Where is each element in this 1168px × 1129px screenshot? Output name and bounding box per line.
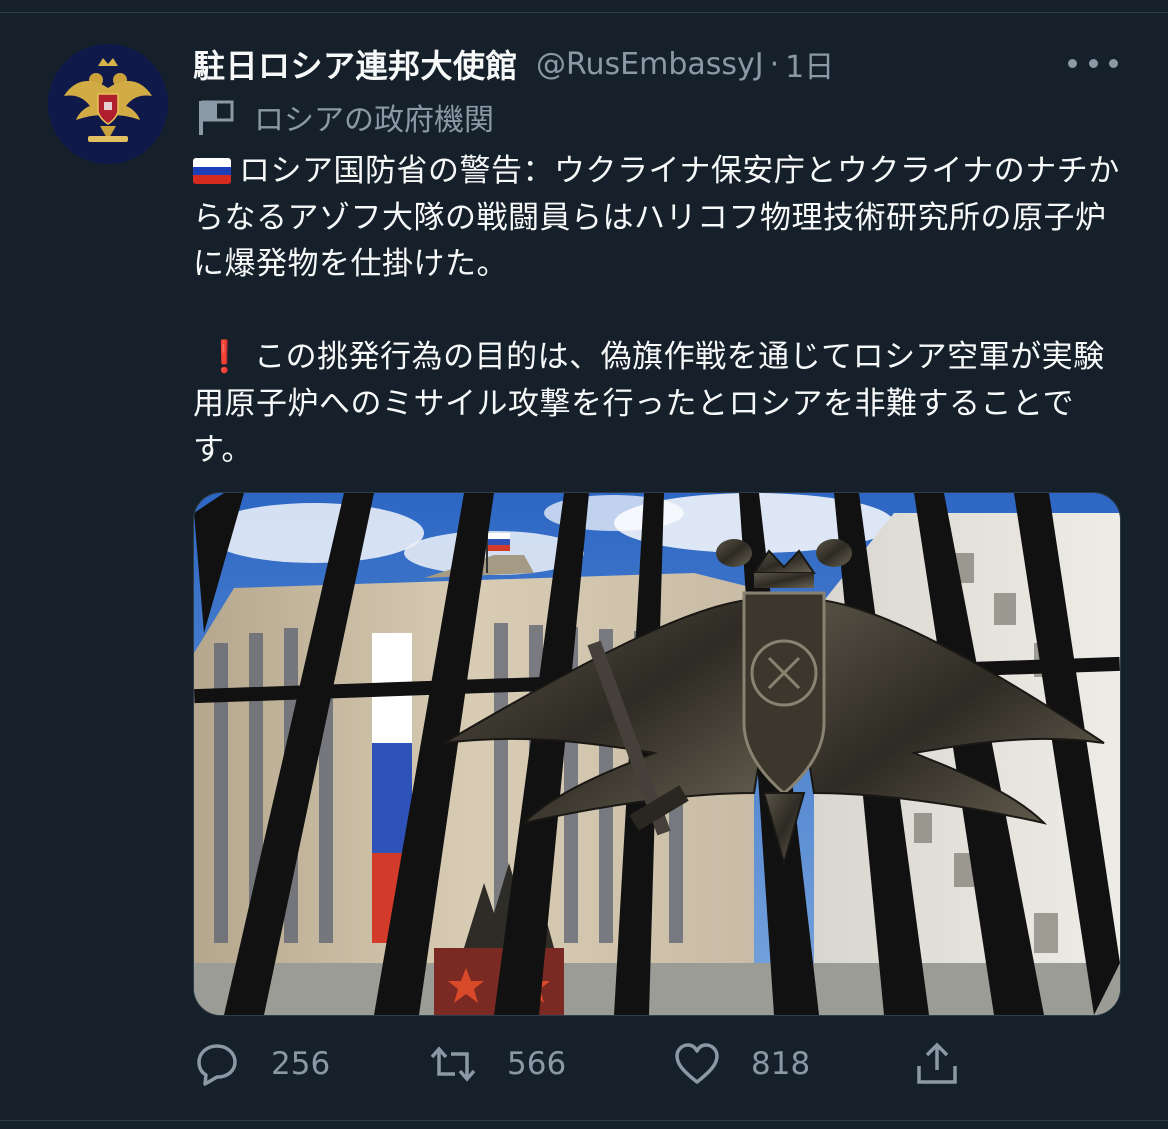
user-handle[interactable]: @RusEmbassyJ: [536, 47, 764, 82]
ministry-building-gate-photo: [194, 493, 1120, 1015]
ellipsis-icon: [1068, 58, 1077, 68]
tweet-header: 駐日ロシア連邦大使館 @RusEmbassyJ · 1日: [193, 40, 834, 88]
heart-icon: [675, 1043, 719, 1084]
share-button[interactable]: [913, 1036, 961, 1092]
bottom-divider: [0, 1120, 1168, 1121]
reply-icon: [197, 1044, 237, 1086]
tweet-paragraph-2: ❗ この挑発行為の目的は、偽旗作戦を通じてロシア空軍が実験用原子炉へのミサイル攻撃…: [193, 334, 1128, 474]
government-label[interactable]: ロシアの政府機関: [196, 96, 494, 138]
separator-dot: ·: [769, 46, 780, 82]
russian-flag-icon: [193, 158, 231, 184]
exclamation-icon: ❗: [205, 339, 245, 375]
retweet-icon: [430, 1046, 476, 1082]
display-name[interactable]: 駐日ロシア連邦大使館: [193, 41, 518, 87]
tweet-text: ロシア国防省の警告：ウクライナ保安庁とウクライナのナチからなるアゾフ大隊の戦闘員…: [193, 148, 1128, 474]
reply-button[interactable]: 256: [193, 1036, 330, 1092]
like-button[interactable]: 818: [673, 1036, 810, 1092]
reply-count: 256: [271, 1046, 331, 1082]
timestamp[interactable]: 1日: [785, 42, 834, 86]
tweet-actions: 256 566 818: [193, 1036, 993, 1092]
government-label-text: ロシアの政府機関: [254, 103, 494, 138]
paragraph-2-text: この挑発行為の目的は、偽旗作戦を通じてロシア空軍が実験用原子炉へのミサイル攻撃を…: [193, 339, 1105, 468]
double-headed-eagle-emblem: [48, 44, 168, 164]
more-options-button[interactable]: [1068, 46, 1118, 80]
tweet-image[interactable]: [193, 492, 1121, 1016]
paragraph-1-text: ロシア国防省の警告：ウクライナ保安庁とウクライナのナチからなるアゾフ大隊の戦闘員…: [193, 153, 1120, 282]
ellipsis-icon: [1088, 58, 1098, 68]
tweet-paragraph-1: ロシア国防省の警告：ウクライナ保安庁とウクライナのナチからなるアゾフ大隊の戦闘員…: [193, 148, 1128, 288]
flag-icon: [199, 100, 234, 135]
like-count: 818: [751, 1046, 811, 1082]
avatar[interactable]: [48, 44, 168, 164]
share-icon: [917, 1042, 957, 1084]
top-divider: [0, 12, 1168, 13]
ellipsis-icon: [1109, 58, 1118, 68]
retweet-button[interactable]: 566: [429, 1036, 566, 1092]
retweet-count: 566: [507, 1046, 567, 1082]
